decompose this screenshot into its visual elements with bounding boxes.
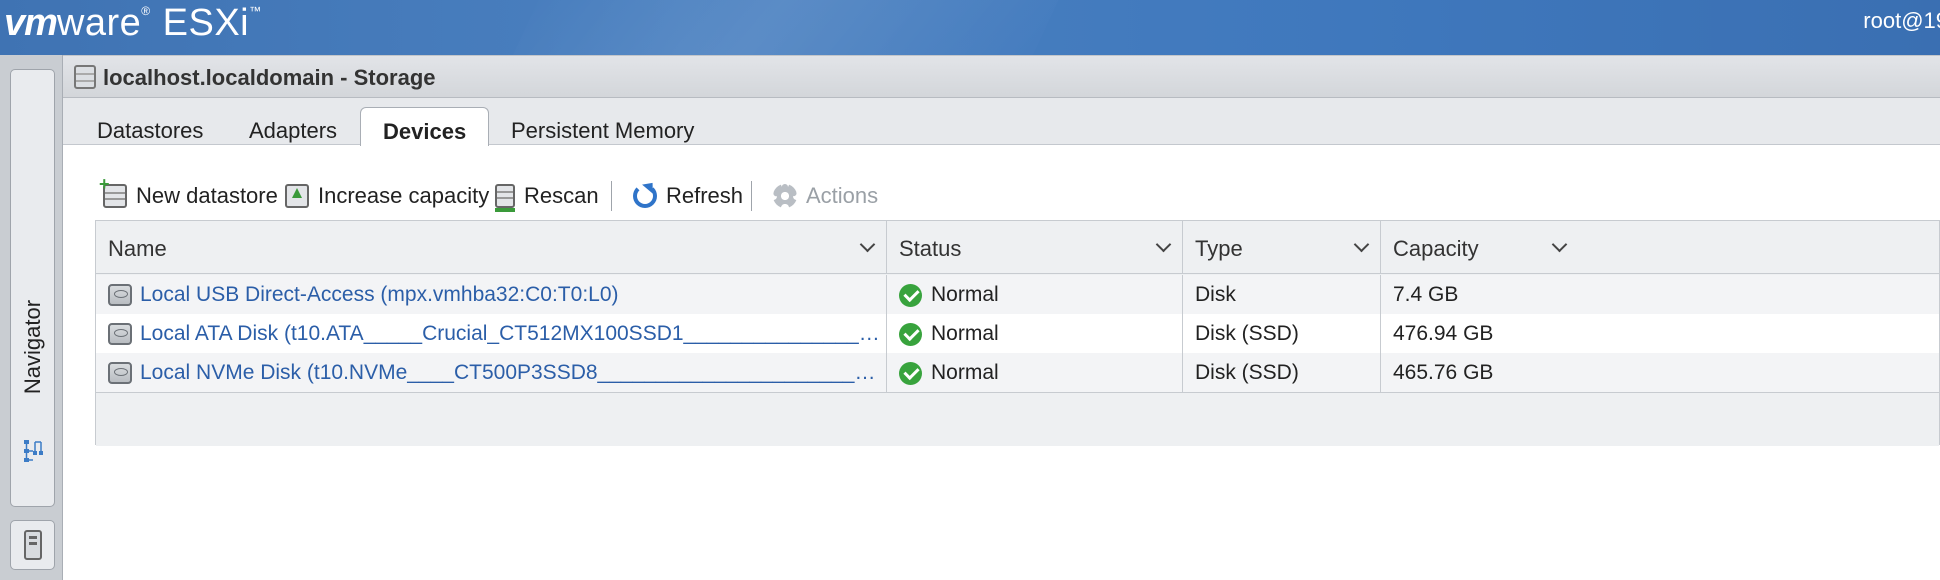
user-menu[interactable]: root@19: [1863, 8, 1940, 34]
column-header-status[interactable]: Status: [887, 221, 1183, 274]
logo-trademark: ™: [249, 4, 262, 18]
status-cell: Normal: [887, 314, 1183, 353]
chevron-down-icon[interactable]: [1155, 236, 1172, 253]
navigator-label: Navigator: [20, 299, 45, 395]
status-cell: Normal: [887, 275, 1183, 314]
logo-registered-mark: ®: [141, 4, 151, 18]
rescan-icon: [495, 184, 515, 212]
new-datastore-button[interactable]: New datastore: [99, 174, 278, 216]
navigator-tree-icon: [24, 440, 43, 462]
capacity-cell: 476.94 GB: [1393, 322, 1494, 345]
tab-datastores[interactable]: Datastores: [75, 107, 225, 146]
host-button[interactable]: [10, 520, 55, 570]
column-header-label: Capacity: [1393, 236, 1479, 261]
actions-label: Actions: [806, 183, 879, 208]
refresh-label: Refresh: [666, 183, 744, 208]
chevron-down-icon[interactable]: [1551, 236, 1568, 253]
logo-product: ESXi: [162, 2, 250, 44]
capacity-cell: 465.76 GB: [1393, 361, 1494, 384]
refresh-button[interactable]: Refresh: [633, 176, 743, 216]
panel-title: localhost.localdomain - Storage: [103, 65, 436, 90]
left-strip: Navigator: [0, 55, 63, 580]
increase-capacity-button[interactable]: Increase capacity: [285, 176, 489, 216]
storage-panel: localhost.localdomain - Storage Datastor…: [63, 55, 1940, 580]
rescan-label: Rescan: [524, 183, 599, 208]
table-row[interactable]: Local USB Direct-Access (mpx.vmhba32:C0:…: [96, 275, 1939, 314]
tab-persistent-memory[interactable]: Persistent Memory: [489, 107, 716, 146]
tab-adapters[interactable]: Adapters: [227, 107, 359, 146]
status-cell: Normal: [887, 353, 1183, 392]
column-header-capacity[interactable]: Capacity: [1381, 221, 1940, 274]
increase-capacity-icon: [285, 184, 309, 208]
increase-capacity-label: Increase capacity: [318, 183, 490, 208]
type-cell: Disk: [1183, 275, 1381, 314]
logo-ware: ware: [56, 2, 142, 44]
new-datastore-icon: [99, 174, 127, 208]
column-header-label: Name: [108, 236, 167, 261]
actions-button[interactable]: Actions: [773, 176, 878, 216]
logo-vm: vm: [4, 2, 58, 44]
type-cell: Disk (SSD): [1183, 353, 1381, 392]
tab-bar: Datastores Adapters Devices Persistent M…: [63, 98, 1940, 146]
host-icon: [24, 530, 42, 560]
toolbar: New datastore Increase capacity Rescan R…: [99, 174, 1003, 216]
new-datastore-label: New datastore: [136, 183, 278, 208]
toolbar-separator: [611, 181, 612, 211]
disk-icon: [108, 323, 132, 345]
device-name: Local NVMe Disk (t10.NVMe____CT500P3SSD8…: [140, 361, 887, 384]
device-name-link[interactable]: Local NVMe Disk (t10.NVMe____CT500P3SSD8…: [96, 353, 887, 392]
table-row[interactable]: Local NVMe Disk (t10.NVMe____CT500P3SSD8…: [96, 353, 1939, 392]
check-circle-icon: [899, 323, 922, 346]
column-header-type[interactable]: Type: [1183, 221, 1381, 274]
gear-icon: [773, 184, 797, 208]
tab-devices[interactable]: Devices: [360, 107, 490, 146]
navigator-toggle-button[interactable]: Navigator: [10, 69, 55, 507]
status-text: Normal: [931, 283, 999, 306]
table-row[interactable]: Local ATA Disk (t10.ATA_____Crucial_CT51…: [96, 314, 1939, 353]
rescan-button[interactable]: Rescan: [495, 176, 599, 216]
column-header-name[interactable]: Name: [96, 221, 887, 274]
banner-highlight: [482, 0, 1078, 55]
check-circle-icon: [899, 284, 922, 307]
disk-icon: [108, 362, 132, 384]
capacity-cell: 7.4 GB: [1393, 283, 1459, 306]
toolbar-separator: [751, 181, 752, 211]
navigator-label-wrap: Navigator: [13, 294, 53, 414]
check-circle-icon: [899, 362, 922, 385]
top-banner: vmware® ESXi™ root@19: [0, 0, 1940, 55]
type-cell: Disk (SSD): [1183, 314, 1381, 353]
device-name-link[interactable]: Local USB Direct-Access (mpx.vmhba32:C0:…: [96, 275, 887, 314]
status-text: Normal: [931, 322, 999, 345]
column-header-label: Status: [899, 236, 962, 261]
panel-header: localhost.localdomain - Storage: [63, 55, 1940, 98]
column-header-label: Type: [1195, 236, 1243, 261]
device-name: Local ATA Disk (t10.ATA_____Crucial_CT51…: [140, 322, 886, 345]
chevron-down-icon[interactable]: [859, 236, 876, 253]
device-name-link[interactable]: Local ATA Disk (t10.ATA_____Crucial_CT51…: [96, 314, 887, 353]
devices-table: Name Status Type Capacity Local USB Dire…: [95, 220, 1940, 446]
status-text: Normal: [931, 361, 999, 384]
disk-icon: [108, 284, 132, 306]
table-empty-area: [96, 392, 1939, 446]
device-name: Local USB Direct-Access (mpx.vmhba32:C0:…: [140, 283, 619, 306]
chevron-down-icon[interactable]: [1353, 236, 1370, 253]
storage-icon: [74, 65, 96, 89]
table-header: Name Status Type Capacity: [96, 221, 1939, 274]
refresh-icon: [633, 184, 657, 208]
vmware-esxi-logo: vmware® ESXi™: [4, 2, 262, 45]
